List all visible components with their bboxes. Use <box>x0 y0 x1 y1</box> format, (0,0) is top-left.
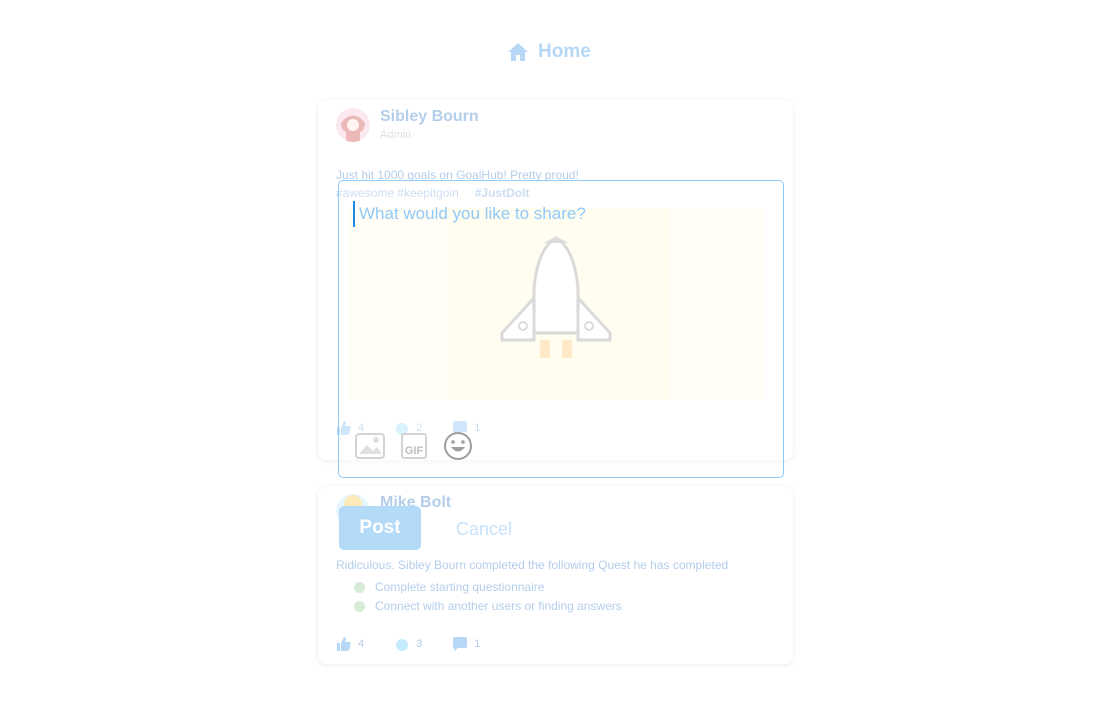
home-label: Home <box>538 41 591 62</box>
post-composer: GIF <box>338 180 784 478</box>
emoji-icon <box>444 432 472 460</box>
thumbs-up-icon <box>337 637 351 651</box>
emoji-button[interactable] <box>443 431 473 461</box>
avatar[interactable] <box>336 108 370 142</box>
composer-input[interactable] <box>353 201 771 227</box>
gif-button[interactable]: GIF <box>399 431 429 461</box>
cheer-count: 3 <box>416 638 423 650</box>
like-count: 4 <box>358 638 365 650</box>
cancel-button[interactable]: Cancel <box>440 510 528 548</box>
image-button[interactable] <box>355 431 385 461</box>
like-stat[interactable]: 4 <box>336 636 364 652</box>
comment-count: 1 <box>474 638 481 650</box>
list-item: Connect with another users or finding an… <box>336 597 622 616</box>
gif-label: GIF <box>404 445 424 457</box>
clap-icon <box>396 639 409 651</box>
composer-toolbar: GIF <box>355 431 473 461</box>
image-icon <box>355 433 385 459</box>
check-icon <box>354 601 365 612</box>
post-header: Sibley Bourn Admin <box>336 108 479 142</box>
post-stats: 4 3 1 <box>336 636 480 652</box>
home-icon <box>508 43 528 61</box>
list-item: Complete starting questionnaire <box>336 578 622 597</box>
home-nav[interactable]: Home <box>506 40 591 64</box>
cheer-stat[interactable]: 3 <box>394 636 422 652</box>
task-list: Complete starting questionnaire Connect … <box>336 578 622 616</box>
post-button[interactable]: Post <box>339 506 421 550</box>
comment-icon <box>453 637 468 651</box>
check-icon <box>354 582 365 593</box>
comment-stat[interactable]: 1 <box>452 636 480 652</box>
post-text: Ridiculous. Sibley Bourn completed the f… <box>336 558 729 572</box>
author-role: Admin <box>380 129 412 141</box>
author-name[interactable]: Sibley Bourn <box>380 108 479 126</box>
